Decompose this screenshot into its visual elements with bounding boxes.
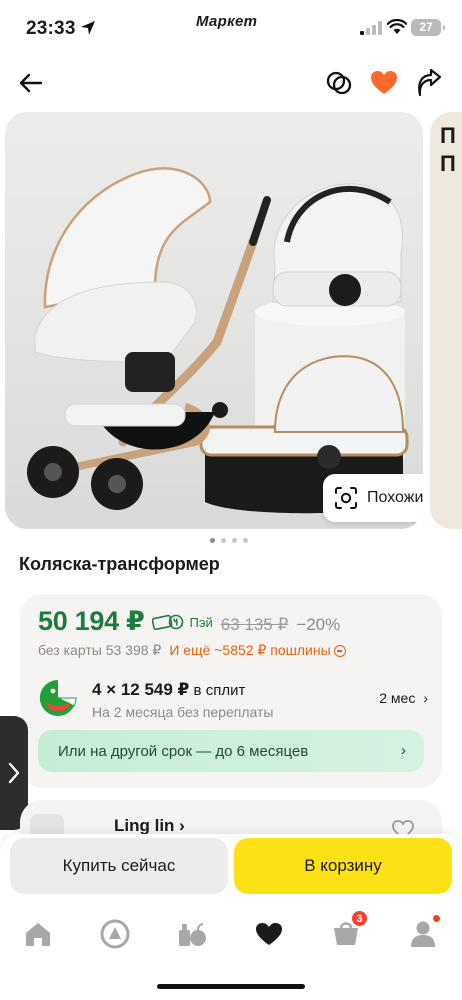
- status-bar: 23:33 Маркет 27: [0, 0, 462, 56]
- chevron-right-icon: ›: [423, 690, 428, 706]
- heart-icon: [371, 71, 397, 94]
- seller-name: Ling lin ›: [114, 816, 185, 835]
- product-photo[interactable]: Похожие: [5, 112, 423, 529]
- compare-button[interactable]: [322, 66, 356, 100]
- gallery-dot: [210, 538, 215, 543]
- catalog-icon: [179, 923, 206, 946]
- product-title: Коляска-трансформер: [19, 554, 220, 574]
- split-term-label: 2 мес: [379, 690, 416, 706]
- current-price: 50 194 ₽: [38, 606, 145, 636]
- split-term[interactable]: 2 мес ›: [379, 690, 428, 706]
- action-bar: Купить сейчас В корзину: [0, 834, 462, 904]
- other-term-label: Или на другой срок — до 6 месяцев: [58, 742, 309, 760]
- location-arrow-icon: [81, 21, 95, 35]
- cart-count-badge: 3: [351, 910, 368, 927]
- gallery-dot: [221, 538, 226, 543]
- cellular-signal-icon: [360, 21, 382, 35]
- wifi-icon: [387, 19, 407, 34]
- duty-text: И ещё ~5852 ₽ пошлины: [169, 642, 331, 658]
- tab-profile[interactable]: [403, 914, 443, 954]
- product-gallery[interactable]: Похожие ПП: [0, 112, 462, 532]
- gallery-dots: [210, 538, 248, 543]
- split-pie-icon: [39, 679, 77, 716]
- price-card: 50 194 ₽ Пэй 63 135 ₽ −20% без карты 53 …: [20, 594, 442, 788]
- tab-bar: 3: [0, 904, 462, 1000]
- pay-badge[interactable]: Пэй: [152, 614, 213, 630]
- buy-now-button[interactable]: Купить сейчас: [10, 838, 228, 894]
- heart-icon: [256, 923, 282, 945]
- gallery-dot: [232, 538, 237, 543]
- similar-button[interactable]: Похожие: [323, 474, 423, 522]
- split-amount: 4 × 12 549 ₽ в сплит: [92, 680, 245, 700]
- tab-home[interactable]: [18, 914, 58, 954]
- home-icon: [26, 923, 50, 946]
- profile-icon: [411, 921, 435, 947]
- split-suffix: в сплит: [189, 682, 246, 699]
- yandex-pay-icon: [152, 614, 184, 630]
- old-price: 63 135 ₽: [220, 615, 289, 634]
- pay-label: Пэй: [189, 614, 213, 630]
- compare-circles-icon: [326, 71, 352, 95]
- similar-label: Похожие: [367, 489, 423, 506]
- share-button[interactable]: [412, 66, 446, 100]
- status-time: 23:33: [26, 18, 76, 39]
- discount-percent: −20%: [296, 615, 341, 634]
- tab-cart[interactable]: 3: [326, 910, 368, 954]
- duty-link[interactable]: И ещё ~5852 ₽ пошлины: [169, 642, 346, 659]
- add-to-cart-button[interactable]: В корзину: [234, 838, 452, 894]
- chevron-right-icon: ›: [401, 742, 406, 759]
- battery-indicator: 27: [411, 19, 445, 36]
- info-icon: [333, 645, 346, 658]
- share-arrow-icon: [418, 69, 442, 97]
- next-product-photo[interactable]: ПП: [430, 112, 462, 529]
- next-photo-text: ПП: [440, 123, 456, 176]
- tab-catalog[interactable]: [172, 914, 212, 954]
- notification-dot: [432, 914, 441, 923]
- top-nav: [0, 56, 462, 108]
- gallery-dot: [243, 538, 248, 543]
- alice-icon: [100, 919, 130, 949]
- split-payment-row[interactable]: 4 × 12 549 ₽ в сплит На 2 месяца без пер…: [38, 676, 428, 728]
- split-amount-value: 4 × 12 549 ₽: [92, 680, 190, 699]
- stroller-illustration: [27, 167, 409, 514]
- price-row: 50 194 ₽ Пэй 63 135 ₽ −20%: [38, 606, 340, 637]
- no-card-row: без карты 53 398 ₽ И ещё ~5852 ₽ пошлины: [38, 642, 346, 659]
- home-indicator: [157, 984, 305, 989]
- favorite-button[interactable]: [367, 66, 401, 100]
- scan-icon: [335, 487, 357, 509]
- tab-alice[interactable]: [95, 914, 135, 954]
- no-card-price: без карты 53 398 ₽: [38, 642, 162, 658]
- split-subtitle: На 2 месяца без переплаты: [92, 704, 274, 720]
- back-button[interactable]: [14, 66, 48, 100]
- status-app-name: Маркет: [196, 13, 258, 30]
- arrow-left-icon: [19, 73, 43, 93]
- tab-favorites[interactable]: [249, 914, 289, 954]
- chevron-right-icon: [8, 762, 20, 784]
- other-term-button[interactable]: Или на другой срок — до 6 месяцев ›: [38, 730, 424, 772]
